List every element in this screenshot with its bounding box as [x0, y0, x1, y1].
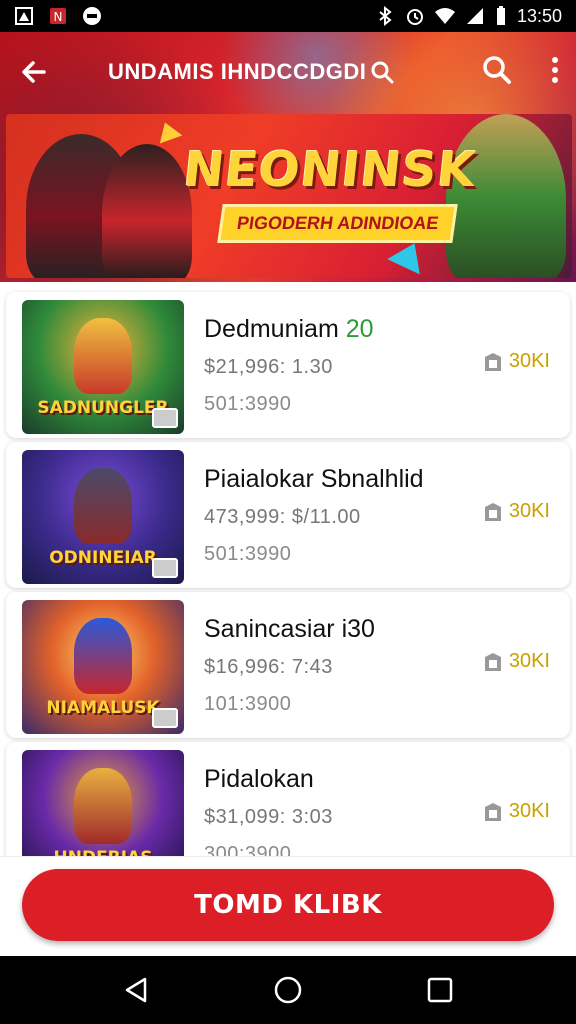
title-search-icon — [371, 61, 394, 84]
item-badge: 30KI — [483, 500, 550, 523]
banner-shard — [153, 118, 183, 144]
more-options-button[interactable] — [550, 55, 560, 90]
item-info: Sanincasiar i30 $16,996: 7:43 101:3900 3… — [204, 600, 554, 730]
item-badge-value: 30KI — [508, 650, 550, 672]
item-info: Dedmuniam 20 $21,996: 1.30 501:3990 30KI — [204, 300, 554, 430]
tag-icon — [484, 502, 501, 521]
primary-cta-button[interactable]: TOMD KLIBK — [22, 869, 554, 941]
item-meta: 501:3990 — [204, 393, 292, 415]
item-badge-value: 30KI — [508, 800, 550, 822]
game-list: SADNUNGLER Dedmuniam 20 $21,996: 1.30 50… — [6, 292, 570, 892]
nav-back-button[interactable] — [116, 970, 156, 1010]
item-title-accent: 20 — [345, 315, 374, 343]
thumbnail-character — [74, 468, 132, 544]
item-badge: 30KI — [483, 800, 550, 823]
promo-banner[interactable]: NEONINSK PIGODERH ADINDIOAE — [6, 114, 572, 278]
back-button[interactable] — [16, 54, 52, 90]
thumbnail-character — [74, 318, 132, 394]
svg-text:N: N — [54, 10, 63, 24]
list-item[interactable]: NIAMALUSK Sanincasiar i30 $16,996: 7:43 … — [6, 592, 570, 738]
item-badge: 30KI — [483, 350, 550, 373]
wifi-icon — [434, 8, 455, 24]
hero-header: UNDAMIS IHNDCCDGDI NEONINSK PIGODERH ADI… — [0, 32, 576, 282]
banner-character — [102, 144, 192, 278]
nav-recents-icon — [427, 977, 453, 1003]
list-item[interactable]: SADNUNGLER Dedmuniam 20 $21,996: 1.30 50… — [6, 292, 570, 438]
item-meta: 101:3900 — [204, 693, 292, 715]
system-nav-bar — [0, 956, 576, 1024]
search-button[interactable] — [482, 55, 512, 90]
battery-icon — [496, 6, 505, 25]
search-icon — [483, 55, 511, 84]
status-left-icons: N — [14, 6, 102, 26]
item-title: Dedmuniam 20 — [204, 315, 374, 343]
thumbnail-badge — [152, 408, 178, 428]
banner-subtitle: PIGODERH ADINDIOAE — [217, 204, 459, 243]
bluetooth-icon — [379, 6, 392, 26]
app-bar-actions — [482, 55, 560, 90]
status-right-icons: 13:50 — [375, 6, 562, 27]
bottom-action-area: TOMD KLIBK — [0, 856, 576, 956]
item-title: Piaialokar Sbnalhlid — [204, 465, 424, 493]
item-info: Piaialokar Sbnalhlid 473,999: $/11.00 50… — [204, 450, 554, 580]
item-thumbnail: SADNUNGLER — [22, 300, 184, 434]
thumbnail-character — [74, 618, 132, 694]
banner-title: NEONINSK — [181, 142, 479, 198]
nav-home-icon — [274, 976, 302, 1004]
signal-icon — [466, 8, 483, 24]
list-item[interactable]: ODNINEIAR Piaialokar Sbnalhlid 473,999: … — [6, 442, 570, 588]
item-badge: 30KI — [483, 650, 550, 673]
item-meta: 501:3990 — [204, 543, 292, 565]
tag-icon — [484, 802, 501, 821]
thumbnail-badge — [152, 708, 178, 728]
item-badge-value: 30KI — [508, 500, 550, 522]
tag-icon — [484, 352, 501, 371]
image-icon — [15, 7, 33, 25]
more-vert-icon — [552, 56, 558, 83]
record-icon — [83, 7, 101, 25]
tag-icon — [484, 652, 501, 671]
nav-home-button[interactable] — [268, 970, 308, 1010]
app-title: UNDAMIS IHNDCCDGDI — [108, 59, 367, 84]
nav-back-icon — [125, 977, 147, 1003]
status-bar: N 13:50 — [0, 0, 576, 32]
app-icon: N — [50, 8, 66, 24]
arrow-back-icon — [22, 61, 46, 83]
alarm-icon — [406, 9, 423, 25]
item-badge-value: 30KI — [508, 350, 550, 372]
item-thumbnail: NIAMALUSK — [22, 600, 184, 734]
status-time: 13:50 — [516, 5, 562, 26]
item-title: Sanincasiar i30 — [204, 615, 375, 643]
thumbnail-badge — [152, 558, 178, 578]
item-thumbnail: ODNINEIAR — [22, 450, 184, 584]
app-bar: UNDAMIS IHNDCCDGDI — [0, 32, 576, 112]
item-title: Pidalokan — [204, 765, 314, 793]
nav-recents-button[interactable] — [420, 970, 460, 1010]
thumbnail-character — [74, 768, 132, 844]
